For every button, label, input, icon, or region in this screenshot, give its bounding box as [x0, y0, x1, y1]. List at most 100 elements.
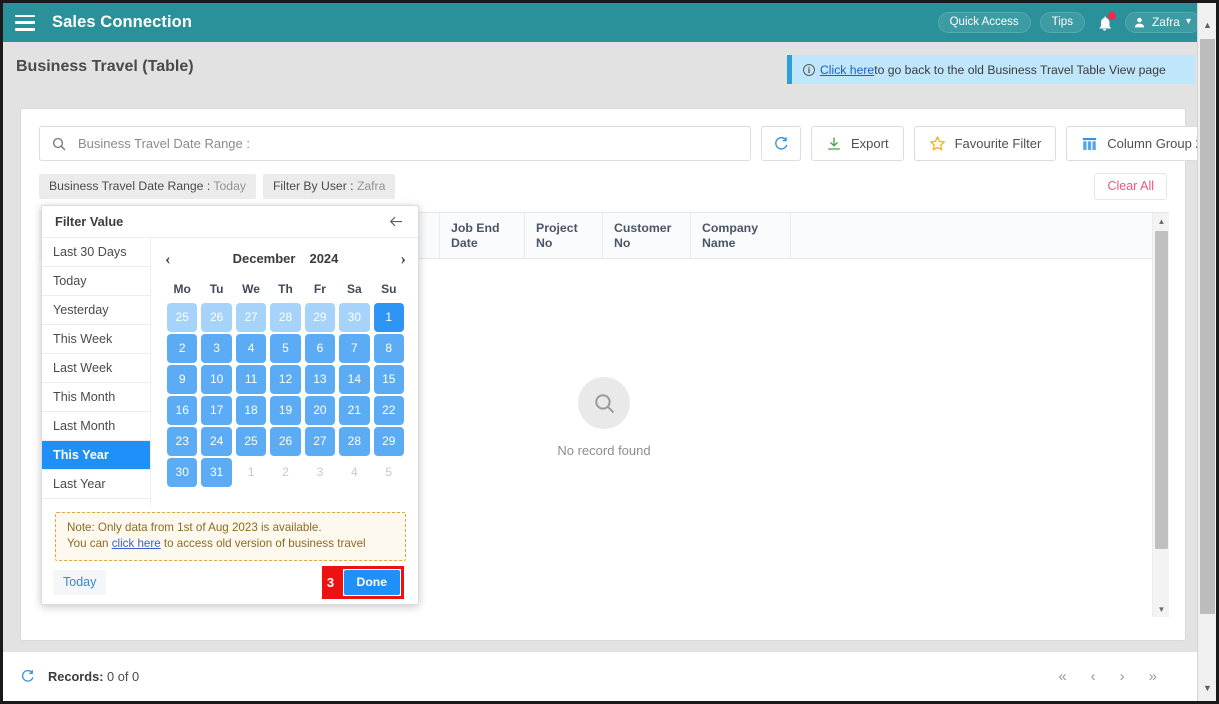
records-of-label: of [117, 669, 129, 684]
calendar-day-cell[interactable]: 22 [373, 395, 404, 425]
empty-state-icon-circle [578, 377, 630, 429]
back-arrow-button[interactable] [386, 214, 406, 229]
calendar-day-cell[interactable]: 31 [201, 457, 232, 487]
filter-chip-date-range[interactable]: Business Travel Date Range : Today [39, 173, 256, 199]
calendar-day-cell[interactable]: 28 [339, 426, 370, 456]
calendar-day-cell[interactable]: 2 [167, 333, 198, 363]
pager-prev-button[interactable]: ‹ [1091, 668, 1096, 685]
calendar-day-cell[interactable]: 30 [167, 457, 198, 487]
quick-access-button[interactable]: Quick Access [937, 12, 1031, 33]
calendar-day-cell[interactable]: 5 [374, 458, 404, 487]
filter-chip-user[interactable]: Filter By User : Zafra [262, 173, 396, 199]
favourite-filter-button[interactable]: Favourite Filter [913, 126, 1057, 161]
calendar-day-cell[interactable]: 18 [235, 395, 267, 425]
calendar-day-cell[interactable]: 20 [304, 395, 336, 425]
preset-range-item[interactable]: This Month [42, 382, 150, 412]
calendar-day-cell[interactable]: 15 [373, 364, 404, 394]
page-scroll-thumb[interactable] [1200, 39, 1215, 614]
scroll-up-arrow-icon[interactable]: ▲ [1153, 213, 1169, 230]
page-vertical-scrollbar[interactable]: ▲ ▼ [1197, 3, 1216, 701]
notifications-bell-icon[interactable] [1094, 11, 1116, 34]
note-click-here-link[interactable]: click here [112, 537, 161, 550]
calendar-day-cell[interactable]: 6 [304, 333, 336, 363]
preset-range-item[interactable]: This Quarter [42, 498, 150, 505]
search-input-wrapper[interactable]: Business Travel Date Range : [39, 126, 751, 161]
pager-first-button[interactable]: « [1058, 668, 1066, 685]
calendar-day-cell[interactable]: 26 [270, 426, 301, 456]
table-column-header[interactable]: Company Name [691, 213, 791, 258]
legacy-page-link[interactable]: Click here [820, 63, 874, 77]
calendar-day-cell[interactable]: 10 [201, 364, 232, 394]
table-scroll-thumb[interactable] [1155, 231, 1168, 549]
calendar-day-cell[interactable]: 8 [373, 333, 404, 363]
calendar-weekday-label: Su [381, 281, 397, 296]
calendar-next-month-button[interactable]: › [400, 250, 406, 267]
table-column-header[interactable]: Customer No [603, 213, 691, 258]
calendar-day-cell[interactable]: 1 [236, 458, 266, 487]
user-name-label: Zafra [1151, 15, 1180, 29]
calendar-day-cell[interactable]: 28 [270, 302, 301, 332]
empty-state-text: No record found [557, 443, 651, 458]
calendar-day-cell[interactable]: 3 [305, 458, 335, 487]
calendar-day-cell[interactable]: 25 [235, 426, 267, 456]
preset-range-item[interactable]: Last Year [42, 469, 150, 499]
clear-all-button[interactable]: Clear All [1094, 172, 1167, 200]
calendar-day-cell[interactable]: 11 [235, 364, 267, 394]
column-header-line: No [614, 235, 631, 250]
table-vertical-scrollbar[interactable]: ▲ ▼ [1152, 213, 1169, 617]
step-number-badge: 3 [321, 565, 340, 599]
export-button[interactable]: Export [811, 126, 904, 161]
preset-range-item[interactable]: Yesterday [42, 295, 150, 325]
calendar-day-cell[interactable]: 3 [201, 333, 232, 363]
preset-range-item[interactable]: Last 30 Days [42, 237, 150, 267]
refresh-button[interactable] [761, 126, 801, 161]
preset-range-item[interactable]: Last Week [42, 353, 150, 383]
preset-range-item[interactable]: This Year [42, 440, 150, 470]
calendar-day-cell[interactable]: 2 [270, 458, 300, 487]
column-group-button[interactable]: Column Group 2 [1066, 126, 1216, 161]
calendar-day-cell[interactable]: 9 [167, 364, 198, 394]
hamburger-menu-icon[interactable] [15, 14, 35, 31]
calendar-day-cell[interactable]: 19 [270, 395, 301, 425]
scroll-down-arrow-icon[interactable]: ▼ [1153, 601, 1169, 617]
page-scroll-down-arrow-icon[interactable]: ▼ [1198, 678, 1216, 697]
calendar-day-cell[interactable]: 4 [235, 333, 267, 363]
calendar-day-cell[interactable]: 23 [167, 426, 198, 456]
pager-last-button[interactable]: » [1149, 668, 1157, 685]
calendar-day-cell[interactable]: 30 [339, 302, 370, 332]
calendar-day-cell[interactable]: 21 [339, 395, 370, 425]
calendar-day-cell[interactable]: 29 [304, 302, 336, 332]
done-button[interactable]: Done [343, 569, 400, 595]
calendar-day-cell[interactable]: 13 [304, 364, 336, 394]
calendar-day-cell[interactable]: 16 [167, 395, 198, 425]
tips-button[interactable]: Tips [1039, 12, 1085, 33]
page-scroll-up-arrow-icon[interactable]: ▲ [1198, 15, 1216, 34]
search-input[interactable]: Business Travel Date Range : [78, 136, 250, 151]
calendar-day-cell[interactable]: 1 [373, 302, 404, 332]
calendar-day-cell[interactable]: 5 [270, 333, 301, 363]
preset-range-item[interactable]: This Week [42, 324, 150, 354]
calendar-header: ‹ December 2024 › [165, 244, 406, 273]
calendar-weekday-label: We [242, 281, 260, 296]
preset-range-item[interactable]: Last Month [42, 411, 150, 441]
calendar-day-cell[interactable]: 14 [339, 364, 370, 394]
today-shortcut-button[interactable]: Today [53, 569, 107, 595]
pager-next-button[interactable]: › [1120, 668, 1125, 685]
calendar-day-cell[interactable]: 29 [373, 426, 404, 456]
calendar-day-cell[interactable]: 24 [201, 426, 232, 456]
column-header-line: Project [536, 221, 578, 235]
table-column-header[interactable]: Job End Date [440, 213, 525, 258]
preset-range-item[interactable]: Today [42, 266, 150, 296]
calendar-day-cell[interactable]: 27 [235, 302, 267, 332]
calendar-day-cell[interactable]: 7 [339, 333, 370, 363]
calendar-day-cell[interactable]: 4 [339, 458, 369, 487]
calendar-day-cell[interactable]: 25 [167, 302, 198, 332]
calendar-day-cell[interactable]: 26 [201, 302, 232, 332]
footer-refresh-button[interactable] [20, 669, 35, 684]
calendar-prev-month-button[interactable]: ‹ [165, 250, 171, 267]
user-account-menu[interactable]: Zafra ▾ [1124, 12, 1201, 33]
calendar-day-cell[interactable]: 12 [270, 364, 301, 394]
calendar-day-cell[interactable]: 17 [201, 395, 232, 425]
table-column-header[interactable]: Project No [525, 213, 603, 258]
calendar-day-cell[interactable]: 27 [304, 426, 336, 456]
